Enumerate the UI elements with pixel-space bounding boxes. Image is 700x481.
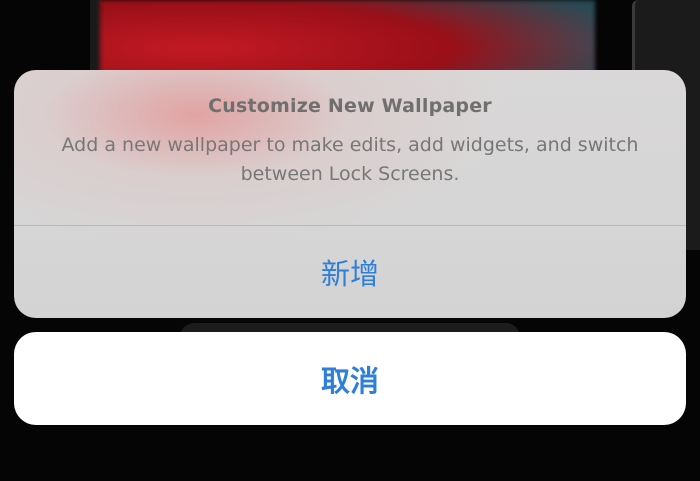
action-sheet-header: Customize New Wallpaper Add a new wallpa… <box>14 70 686 225</box>
action-sheet-title: Customize New Wallpaper <box>208 95 492 117</box>
add-new-button[interactable]: 新增 <box>14 226 686 318</box>
cancel-button[interactable]: 取消 <box>14 332 686 425</box>
screen: Customize New Wallpaper Add a new wallpa… <box>0 0 700 481</box>
action-sheet-message: Add a new wallpaper to make edits, add w… <box>61 134 639 185</box>
action-sheet: Customize New Wallpaper Add a new wallpa… <box>14 70 686 318</box>
